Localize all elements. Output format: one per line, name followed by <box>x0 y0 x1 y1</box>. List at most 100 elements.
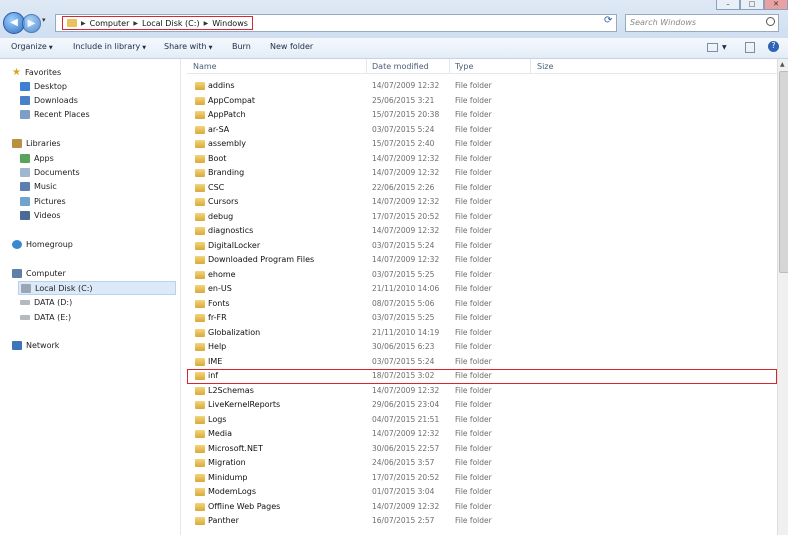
forward-button[interactable]: ▶ <box>22 14 41 33</box>
table-row[interactable]: Globalization 21/11/2010 14:19 File folder <box>187 326 777 341</box>
table-row[interactable]: en-US 21/11/2010 14:06 File folder <box>187 282 777 297</box>
table-row[interactable]: Microsoft.NET 30/06/2015 22:57 File folder <box>187 442 777 457</box>
column-divider[interactable] <box>366 59 367 73</box>
breadcrumb-local-disk[interactable]: Local Disk (C:) <box>142 19 200 28</box>
column-divider[interactable] <box>530 59 531 73</box>
table-row[interactable]: fr-FR 03/07/2015 5:25 File folder <box>187 311 777 326</box>
file-name: Globalization <box>208 327 261 337</box>
file-date: 30/06/2015 6:23 <box>372 342 435 351</box>
table-row[interactable]: LiveKernelReports 29/06/2015 23:04 File fo… <box>187 398 777 413</box>
search-input[interactable]: Search Windows <box>630 18 696 27</box>
table-row[interactable]: Branding 14/07/2009 12:32 File folder <box>187 166 777 181</box>
table-row[interactable]: Offline Web Pages 14/07/2009 12:32 File fo… <box>187 500 777 515</box>
sidebar-item-downloads[interactable]: Downloads <box>20 94 78 106</box>
file-name: diagnostics <box>208 226 254 235</box>
table-row[interactable]: Downloaded Program Files 14/07/2009 12:32… <box>187 253 777 268</box>
sidebar-item-documents[interactable]: Documents <box>20 166 80 178</box>
sidebar-item-data-e[interactable]: DATA (E:) <box>20 311 71 323</box>
help-icon[interactable]: ? <box>768 41 779 52</box>
table-row[interactable]: debug 17/07/2015 20:52 File folder <box>187 210 777 225</box>
sidebar-item-computer[interactable]: Computer <box>12 267 66 279</box>
sidebar-item-network[interactable]: Network <box>12 339 59 351</box>
table-row[interactable]: Logs 04/07/2015 21:51 File folder <box>187 413 777 428</box>
column-header-size[interactable]: Size <box>537 62 553 71</box>
close-button[interactable]: ✕ <box>764 0 788 10</box>
table-row[interactable]: Boot 14/07/2009 12:32 File folder <box>187 152 777 167</box>
table-row[interactable]: IME 03/07/2015 5:24 File folder <box>187 355 777 370</box>
file-type: File folder <box>455 139 492 148</box>
maximize-button[interactable]: □ <box>740 0 764 10</box>
table-row[interactable]: Migration 24/06/2015 3:57 File folder <box>187 456 777 471</box>
folder-icon <box>195 517 205 525</box>
file-date: 03/07/2015 5:24 <box>372 356 435 366</box>
file-type: File folder <box>455 458 492 467</box>
preview-pane-icon[interactable] <box>745 42 755 53</box>
folder-icon <box>195 82 205 90</box>
share-with-button[interactable]: Share with ▼ <box>164 42 212 51</box>
table-row[interactable]: Help 30/06/2015 6:23 File folder <box>187 340 777 355</box>
search-box[interactable]: Search Windows <box>625 14 779 32</box>
address-bar[interactable]: ▶ Computer ▶ Local Disk (C:) ▶ Windows <box>55 14 617 32</box>
table-row[interactable]: L2Schemas 14/07/2009 12:32 File folder <box>187 384 777 399</box>
refresh-icon[interactable]: ⟳ <box>604 15 612 26</box>
sidebar-item-data-d[interactable]: DATA (D:) <box>20 296 72 308</box>
sidebar-item-homegroup[interactable]: Homegroup <box>12 238 73 250</box>
sidebar-item-music[interactable]: Music <box>20 180 57 192</box>
chevron-right-icon[interactable]: ▶ <box>204 20 209 27</box>
column-header-date[interactable]: Date modified <box>372 62 429 71</box>
sidebar-item-desktop[interactable]: Desktop <box>20 80 67 92</box>
file-date: 14/07/2009 12:32 <box>372 385 440 395</box>
organize-button[interactable]: Organize ▼ <box>11 42 53 51</box>
chevron-down-icon[interactable]: ▼ <box>722 44 727 51</box>
table-row[interactable]: AppPatch 15/07/2015 20:38 File folder <box>187 108 777 123</box>
vertical-scrollbar[interactable]: ▲ <box>777 59 788 535</box>
recent-pages-dropdown[interactable]: ▾ <box>42 16 46 24</box>
folder-icon <box>195 473 205 482</box>
sidebar-item-local-disk[interactable]: Local Disk (C:) <box>18 281 176 295</box>
table-row[interactable]: DigitalLocker 03/07/2015 5:24 File folder <box>187 239 777 254</box>
sidebar-item-recent-places[interactable]: Recent Places <box>20 108 90 120</box>
sidebar-item-favorites[interactable]: ★ Favorites <box>12 66 61 78</box>
view-options-icon[interactable] <box>707 43 718 52</box>
search-icon[interactable] <box>766 17 775 26</box>
sidebar-item-videos[interactable]: Videos <box>20 209 61 221</box>
table-row[interactable]: Minidump 17/07/2015 20:52 File folder <box>187 471 777 486</box>
breadcrumb-windows[interactable]: Windows <box>212 19 248 28</box>
table-row[interactable]: assembly 15/07/2015 2:40 File folder <box>187 137 777 152</box>
new-folder-button[interactable]: New folder <box>270 42 313 51</box>
column-divider[interactable] <box>449 59 450 73</box>
file-type: File folder <box>455 414 492 424</box>
table-row[interactable]: ModemLogs 01/07/2015 3:04 File folder <box>187 485 777 500</box>
column-header-name[interactable]: Name <box>193 62 217 71</box>
burn-button[interactable]: Burn <box>232 42 251 51</box>
table-row[interactable]: CSC 22/06/2015 2:26 File folder <box>187 181 777 196</box>
sidebar-item-libraries[interactable]: Libraries <box>12 137 61 149</box>
include-in-library-button[interactable]: Include in library ▼ <box>73 42 146 51</box>
table-row[interactable]: Cursors 14/07/2009 12:32 File folder <box>187 195 777 210</box>
file-type: File folder <box>455 385 492 395</box>
sidebar-item-pictures[interactable]: Pictures <box>20 195 66 207</box>
table-row[interactable]: Media 14/07/2009 12:32 File folder <box>187 427 777 442</box>
desktop-icon <box>20 81 30 91</box>
chevron-right-icon[interactable]: ▶ <box>81 20 86 27</box>
table-row[interactable]: addins 14/07/2009 12:32 File folder <box>187 79 777 94</box>
file-date: 14/07/2009 12:32 <box>372 81 440 90</box>
minimize-button[interactable]: – <box>716 0 740 10</box>
file-type: File folder <box>455 501 492 511</box>
column-header-type[interactable]: Type <box>455 62 473 71</box>
sidebar-item-apps[interactable]: Apps <box>20 152 54 164</box>
chevron-right-icon[interactable]: ▶ <box>133 20 138 27</box>
file-name: CSC <box>208 182 225 192</box>
file-type: File folder <box>455 269 492 279</box>
table-row[interactable]: inf 18/07/2015 3:02 File folder <box>187 369 777 384</box>
breadcrumb-computer[interactable]: Computer <box>90 19 130 28</box>
table-row[interactable]: ehome 03/07/2015 5:25 File folder <box>187 268 777 283</box>
table-row[interactable]: ar-SA 03/07/2015 5:24 File folder <box>187 123 777 138</box>
scrollbar-thumb[interactable] <box>779 71 788 273</box>
table-row[interactable]: diagnostics 14/07/2009 12:32 File folder <box>187 224 777 239</box>
table-row[interactable]: AppCompat 25/06/2015 3:21 File folder <box>187 94 777 109</box>
table-row[interactable]: Panther 16/07/2015 2:57 File folder <box>187 514 777 529</box>
scroll-up-icon[interactable]: ▲ <box>780 61 785 68</box>
folder-icon <box>195 111 205 119</box>
table-row[interactable]: Fonts 08/07/2015 5:06 File folder <box>187 297 777 312</box>
